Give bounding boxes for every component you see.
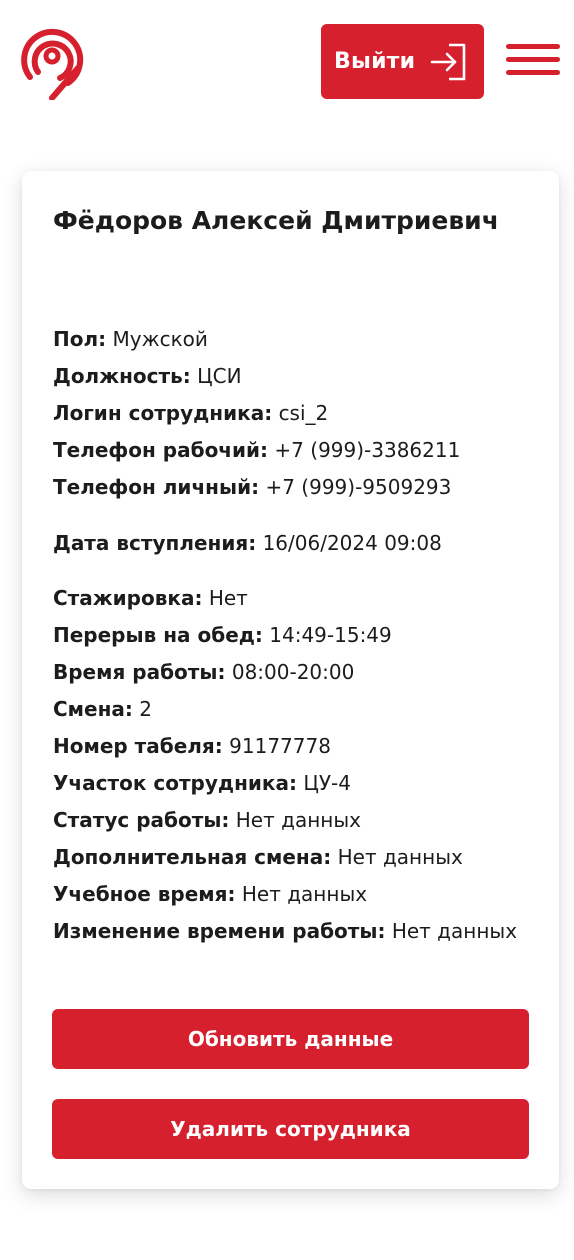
info-label: Телефон личный: (53, 475, 260, 499)
info-row-work-status: Статус работы: Нет данных (53, 806, 361, 834)
info-value: 16/06/2024 09:08 (262, 531, 442, 555)
info-value: ЦУ-4 (303, 771, 351, 795)
info-value: ЦСИ (197, 364, 242, 388)
info-label: Номер табеля: (53, 734, 223, 758)
info-value: Нет данных (235, 808, 361, 832)
info-row-internship: Стажировка: Нет (53, 584, 248, 612)
info-label: Логин сотрудника: (53, 401, 273, 425)
info-label: Перерыв на обед: (53, 623, 263, 647)
info-value: 91177778 (229, 734, 331, 758)
info-value: Нет данных (241, 882, 368, 906)
info-label: Изменение времени работы: (53, 919, 386, 943)
info-label: Время работы: (53, 660, 226, 684)
info-row-lunch-break: Перерыв на обед: 14:49-15:49 (53, 621, 392, 649)
info-row-join-date: Дата вступления: 16/06/2024 09:08 (53, 529, 442, 557)
info-row-login: Логин сотрудника: csi_2 (53, 399, 328, 427)
info-row-study-time: Учебное время: Нет данных (53, 880, 367, 908)
logout-button-label: Выйти (334, 49, 416, 74)
location-pin-logo-icon[interactable] (18, 22, 86, 100)
header: Выйти (0, 0, 574, 120)
info-value: +7 (999)-3386211 (274, 438, 461, 462)
info-value: 14:49-15:49 (269, 623, 392, 647)
info-value: Нет данных (391, 919, 518, 943)
info-value: 08:00-20:00 (231, 660, 355, 684)
employee-card: Фёдоров Алексей Дмитриевич Пол: Мужской Д… (22, 171, 559, 1189)
info-label: Смена: (53, 697, 133, 721)
logout-button[interactable]: Выйти (321, 24, 484, 99)
info-row-gender: Пол: Мужской (53, 325, 208, 353)
info-label: Стажировка: (53, 586, 203, 610)
info-value: Нет данных (337, 845, 463, 869)
info-row-position: Должность: ЦСИ (53, 362, 242, 390)
info-label: Статус работы: (53, 808, 230, 832)
info-row-work-phone: Телефон рабочий: +7 (999)-3386211 (53, 436, 460, 464)
info-label: Учебное время: (53, 882, 236, 906)
info-value: Нет (208, 586, 248, 610)
info-label: Телефон рабочий: (53, 438, 269, 462)
info-row-extra-shift: Дополнительная смена: Нет данных (53, 843, 463, 871)
info-value: csi_2 (278, 401, 329, 425)
info-label: Участок сотрудника: (53, 771, 297, 795)
info-label: Должность: (53, 364, 191, 388)
logout-arrow-icon (430, 43, 466, 81)
info-row-work-hours: Время работы: 08:00-20:00 (53, 658, 354, 686)
update-data-button[interactable]: Обновить данные (52, 1009, 529, 1069)
info-row-work-time-change: Изменение времени работы: Нет данных (53, 917, 517, 945)
info-row-timesheet-number: Номер табеля: 91177778 (53, 732, 331, 760)
hamburger-menu-icon[interactable] (506, 42, 562, 78)
info-label: Пол: (53, 327, 107, 351)
delete-employee-button[interactable]: Удалить сотрудника (52, 1099, 529, 1159)
info-value: 2 (139, 697, 152, 721)
info-value: +7 (999)-9509293 (265, 475, 452, 499)
info-row-personal-phone: Телефон личный: +7 (999)-9509293 (53, 473, 451, 501)
info-row-section: Участок сотрудника: ЦУ-4 (53, 769, 351, 797)
info-label: Дата вступления: (53, 531, 257, 555)
info-value: Мужской (112, 327, 208, 351)
employee-name: Фёдоров Алексей Дмитриевич (53, 206, 499, 235)
info-row-shift: Смена: 2 (53, 695, 152, 723)
info-label: Дополнительная смена: (53, 845, 332, 869)
